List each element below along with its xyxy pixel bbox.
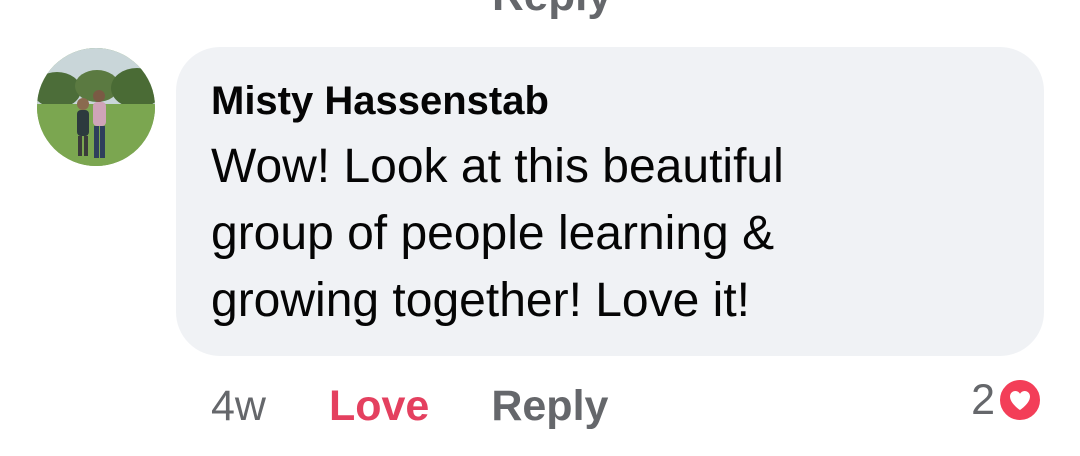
avatar-photo-icon — [37, 48, 155, 166]
reaction-count: 2 — [971, 376, 995, 424]
previous-reply-link[interactable]: Reply — [492, 0, 612, 18]
reply-button[interactable]: Reply — [491, 378, 608, 434]
comment-timestamp[interactable]: 4w — [211, 378, 266, 434]
comment-bubble: Misty Hassenstab Wow! Look at this beaut… — [176, 47, 1044, 356]
avatar[interactable] — [37, 48, 155, 166]
reaction-summary[interactable]: 2 — [971, 374, 1043, 426]
comment-actions: 4w Love Reply — [211, 378, 608, 434]
comment-author[interactable]: Misty Hassenstab — [211, 77, 1008, 125]
love-reaction-button[interactable]: Love — [329, 378, 429, 434]
comment-text: Wow! Look at this beautiful group of peo… — [211, 140, 784, 327]
heart-icon — [997, 377, 1043, 423]
